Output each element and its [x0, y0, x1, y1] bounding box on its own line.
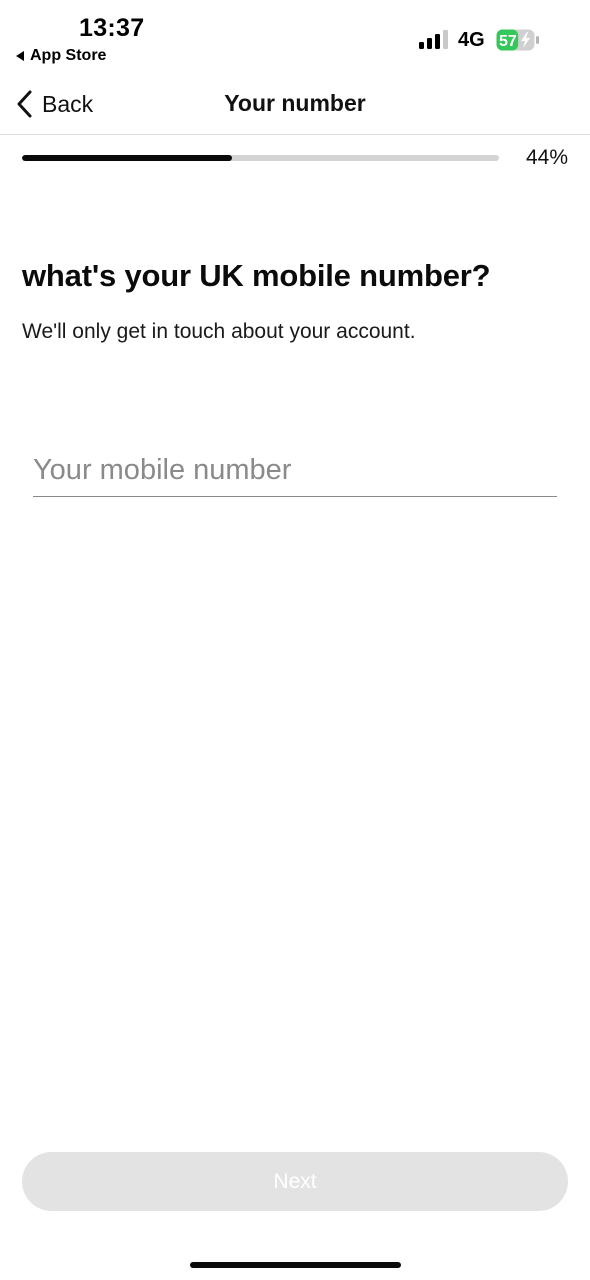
status-bar: 13:37 App Store 4G 57 [0, 0, 590, 72]
home-indicator [190, 1262, 401, 1268]
question-subheading: We'll only get in touch about your accou… [22, 320, 416, 343]
mobile-number-input[interactable] [33, 446, 557, 494]
navigation-bar: Back Your number [0, 72, 590, 135]
mobile-number-field-container [33, 446, 557, 497]
next-button[interactable]: Next [22, 1152, 568, 1211]
progress-percentage: 44% [525, 146, 568, 169]
battery-charging-icon: 57 [496, 29, 539, 51]
return-to-app-link[interactable]: App Store [16, 47, 106, 65]
progress-bar-fill [22, 155, 232, 161]
question-heading: what's your UK mobile number? [22, 258, 491, 293]
svg-text:57: 57 [499, 33, 517, 50]
page-title: Your number [224, 90, 366, 116]
return-app-label: App Store [30, 47, 107, 64]
back-triangle-icon [16, 51, 24, 61]
cellular-signal-icon [419, 30, 448, 49]
network-type-label: 4G [458, 29, 485, 51]
status-time: 13:37 [79, 14, 145, 42]
progress-bar [22, 155, 499, 161]
